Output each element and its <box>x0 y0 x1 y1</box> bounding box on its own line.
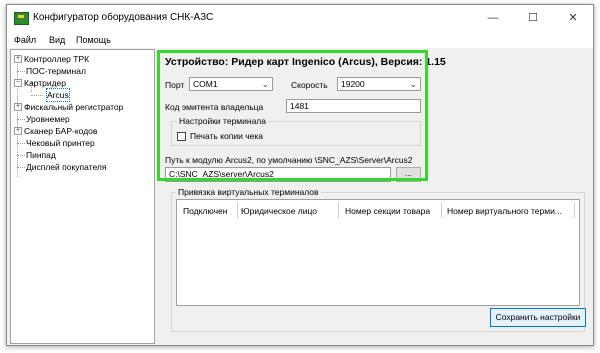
tree-connector <box>17 119 25 120</box>
virtual-terminals-table[interactable]: Подключен Юридическое лицо Номер секции … <box>176 199 580 306</box>
menu-help[interactable]: Помощь <box>76 35 111 45</box>
tree-item-trk-controller[interactable]: + Контроллер ТРК <box>11 53 151 65</box>
minimize-button[interactable]: — <box>473 5 513 32</box>
tree-item-customer-display[interactable]: Дисплей покупателя <box>11 161 151 173</box>
title-bar[interactable]: Конфигуратор оборудования СНК-АЗС — ☐ ✕ <box>7 5 593 32</box>
column-header-connected[interactable]: Подключен <box>183 206 227 216</box>
column-separator <box>237 202 238 218</box>
tree-item-arcus[interactable]: Arcus <box>11 88 151 102</box>
tree-item-pos-terminal[interactable]: ПОС-терминал <box>11 65 151 77</box>
column-separator <box>441 202 442 218</box>
tree-item-barcode-scanner[interactable]: + Сканер БАР-кодов <box>11 125 151 137</box>
tree-connector <box>17 167 25 168</box>
tree-connector <box>17 71 25 72</box>
column-header-legal-entity[interactable]: Юридическое лицо <box>241 206 317 216</box>
column-separator <box>574 202 575 218</box>
tree-item-fiscal-register[interactable]: + Фискальный регистратор <box>11 101 151 113</box>
tree-item-cardreader[interactable]: − Картридер <box>11 77 151 89</box>
tree-connector <box>17 143 25 144</box>
tree-connector <box>31 95 43 96</box>
maximize-button[interactable]: ☐ <box>513 5 553 32</box>
highlight-frame <box>157 50 428 181</box>
column-header-virtual-terminal-number[interactable]: Номер виртуального терми... <box>447 206 562 216</box>
expand-icon[interactable]: + <box>14 55 22 63</box>
tree-connector <box>17 155 25 156</box>
app-icon <box>14 12 29 25</box>
virtual-terminals-title: Привязка виртуальных терминалов <box>176 187 321 197</box>
column-separator <box>338 202 339 218</box>
menu-file[interactable]: Файл <box>14 35 36 45</box>
main-window: Конфигуратор оборудования СНК-АЗС — ☐ ✕ … <box>6 4 594 346</box>
column-header-section-number[interactable]: Номер секции товара <box>345 206 430 216</box>
expand-icon[interactable]: + <box>14 103 22 111</box>
tree-item-level-gauge[interactable]: Уровнемер <box>11 113 151 125</box>
save-settings-button[interactable]: Сохранить настройки <box>490 308 586 327</box>
tree-item-pinpad[interactable]: Пинпад <box>11 149 151 161</box>
window-title: Конфигуратор оборудования СНК-АЗС <box>33 12 214 23</box>
close-button[interactable]: ✕ <box>553 5 593 32</box>
tree-item-receipt-printer[interactable]: Чековый принтер <box>11 137 151 149</box>
device-tree: + Контроллер ТРК ПОС-терминал − Картриде… <box>10 49 155 344</box>
expand-icon[interactable]: + <box>14 127 22 135</box>
menu-bar: Файл Вид Помощь <box>7 32 593 48</box>
menu-view[interactable]: Вид <box>49 35 65 45</box>
collapse-icon[interactable]: − <box>14 79 22 87</box>
settings-panel: Устройство: Ридер карт Ingenico (Arcus),… <box>157 49 589 342</box>
